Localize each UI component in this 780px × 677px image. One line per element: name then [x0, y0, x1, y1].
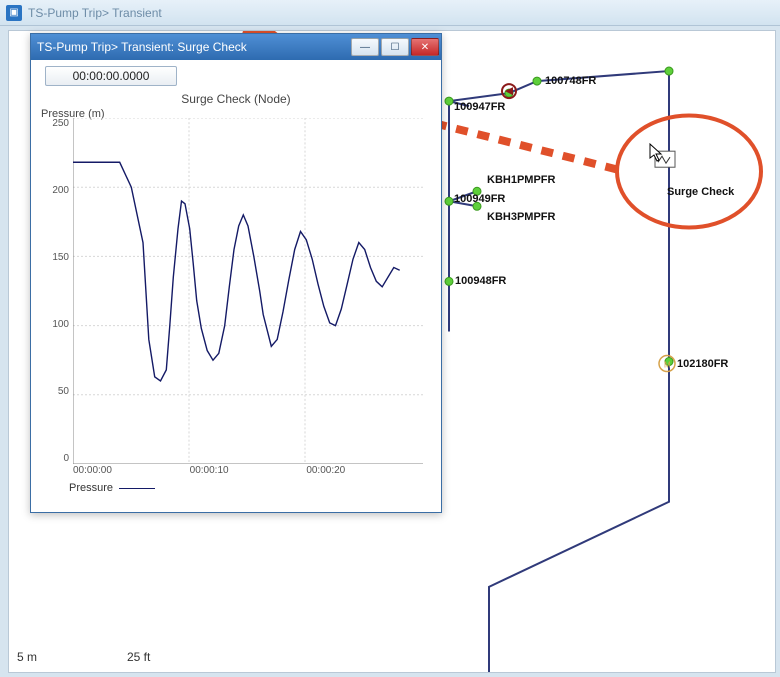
legend-label: Pressure — [69, 482, 113, 494]
close-button[interactable]: ✕ — [411, 38, 439, 56]
popup-titlebar[interactable]: TS-Pump Trip> Transient: Surge Check — ☐… — [31, 34, 441, 60]
popup-title-text: TS-Pump Trip> Transient: Surge Check — [37, 40, 247, 54]
legend-line-icon — [119, 488, 155, 489]
chart-plot-area[interactable] — [73, 118, 423, 464]
main-window-title: TS-Pump Trip> Transient — [28, 6, 162, 20]
svg-text:M: M — [664, 361, 671, 370]
node-100948[interactable]: 100948FR — [455, 275, 506, 287]
minimize-button[interactable]: — — [351, 38, 379, 56]
node-kbh1[interactable]: KBH1PMPFR — [487, 174, 555, 186]
node-100949[interactable]: 100949FR — [454, 193, 505, 205]
y-axis-ticks: 250 200 150 100 50 0 — [45, 118, 69, 464]
node-102180[interactable]: 102180FR — [677, 358, 728, 370]
scale-left: 5 m — [17, 650, 37, 664]
x-axis-ticks: 00:00:00 00:00:10 00:00:20 — [73, 465, 423, 476]
app-icon: ▣ — [6, 5, 22, 21]
node-100748[interactable]: 100748FR — [545, 75, 596, 87]
chart-title: Surge Check (Node) — [31, 92, 441, 106]
scale-right: 25 ft — [127, 650, 150, 664]
main-window-titlebar: ▣ TS-Pump Trip> Transient — [0, 0, 780, 26]
time-display[interactable]: 00:00:00.0000 — [45, 66, 177, 86]
node-100947[interactable]: 100947FR — [454, 101, 505, 113]
node-surge-check-label[interactable]: Surge Check — [667, 186, 734, 198]
legend: Pressure — [69, 482, 155, 494]
maximize-button[interactable]: ☐ — [381, 38, 409, 56]
node-kbh3[interactable]: KBH3PMPFR — [487, 211, 555, 223]
chart-popup[interactable]: TS-Pump Trip> Transient: Surge Check — ☐… — [30, 33, 442, 513]
